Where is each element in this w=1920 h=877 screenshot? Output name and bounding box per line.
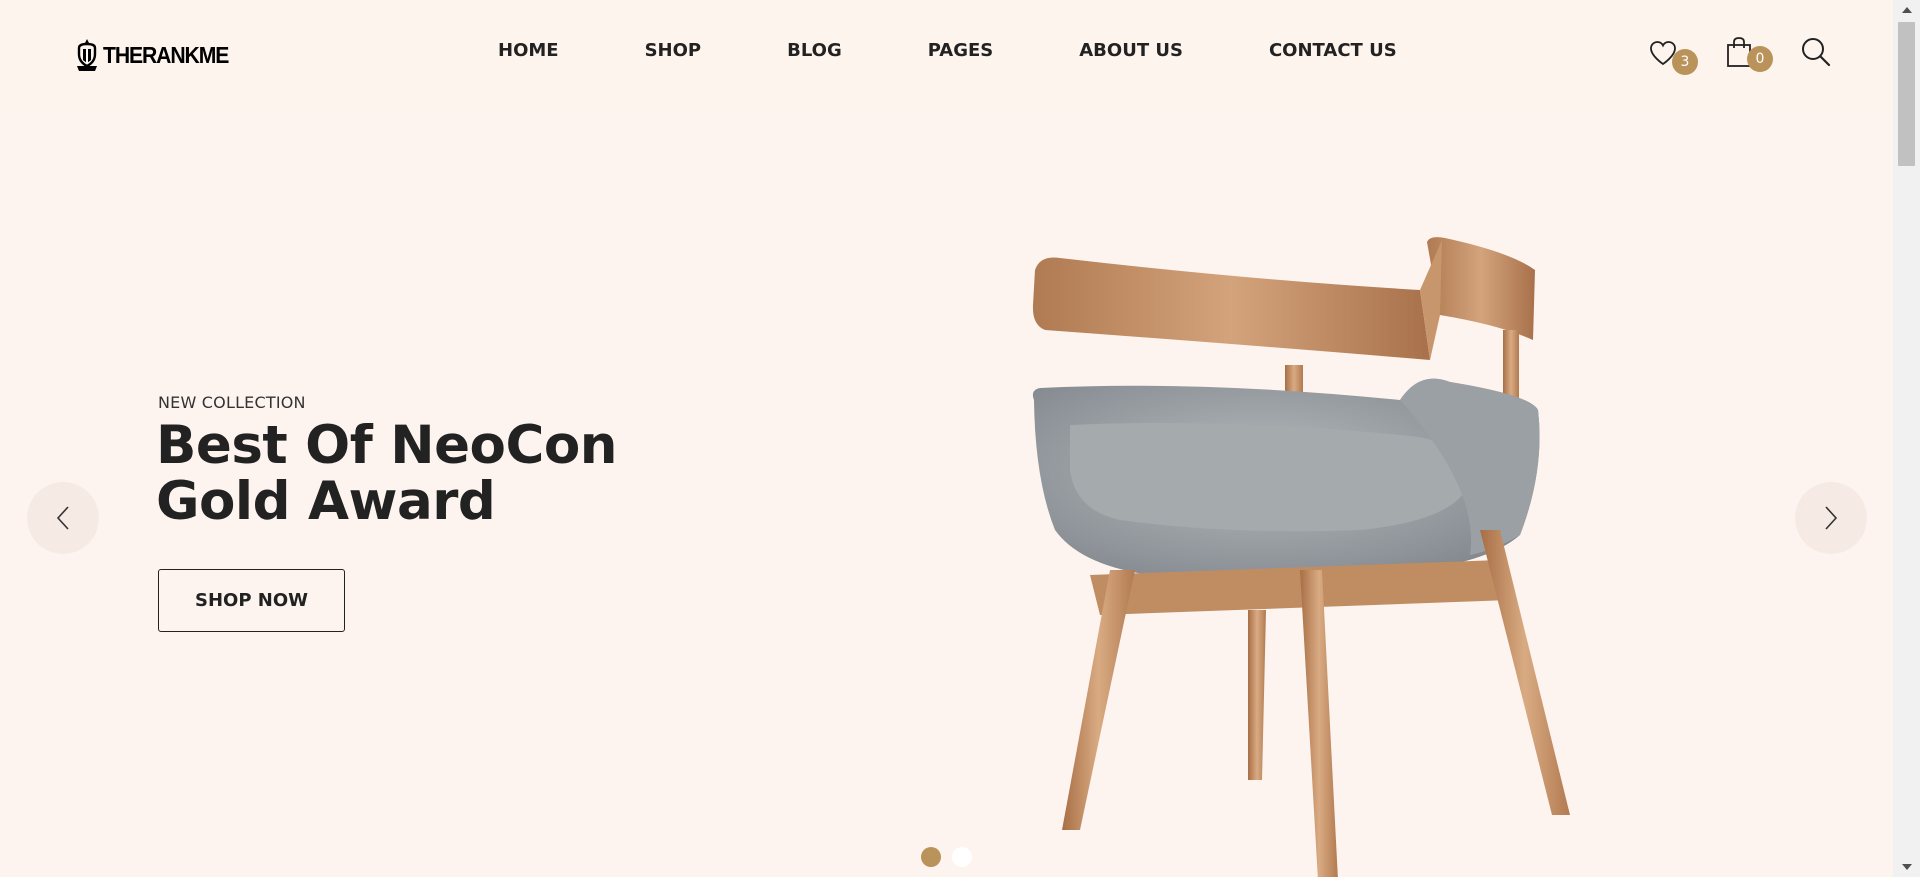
shop-now-button[interactable]: SHOP NOW bbox=[158, 569, 345, 632]
slider-next-button[interactable] bbox=[1795, 482, 1867, 554]
search-button[interactable] bbox=[1800, 36, 1832, 68]
scroll-up-arrow[interactable] bbox=[1893, 0, 1920, 20]
search-icon bbox=[1802, 38, 1831, 67]
header-actions: 3 0 bbox=[1648, 36, 1838, 76]
nav-contact-us[interactable]: CONTACT US bbox=[1269, 40, 1397, 61]
site-header: THERANKME HOME SHOP BLOG PAGES ABOUT US … bbox=[0, 0, 1893, 115]
wishlist-count-badge: 3 bbox=[1672, 49, 1698, 75]
nav-pages[interactable]: PAGES bbox=[928, 40, 994, 61]
slider-dot-1[interactable] bbox=[921, 847, 941, 867]
slider-pagination bbox=[921, 847, 972, 867]
triangle-up-icon bbox=[1901, 7, 1912, 13]
nav-blog[interactable]: BLOG bbox=[787, 40, 842, 61]
knight-logo-icon bbox=[77, 39, 97, 71]
page: THERANKME HOME SHOP BLOG PAGES ABOUT US … bbox=[0, 0, 1893, 877]
hero-title-line-2: Gold Award bbox=[156, 471, 496, 532]
chevron-left-icon bbox=[56, 506, 69, 530]
triangle-down-icon bbox=[1901, 864, 1912, 870]
chair-product-image bbox=[1032, 237, 1570, 877]
scroll-down-arrow[interactable] bbox=[1893, 857, 1920, 877]
nav-about-us[interactable]: ABOUT US bbox=[1079, 40, 1183, 61]
vertical-scrollbar[interactable] bbox=[1893, 0, 1920, 877]
chevron-right-icon bbox=[1825, 506, 1838, 530]
cart-count-badge: 0 bbox=[1747, 46, 1773, 72]
hero-subtitle: NEW COLLECTION bbox=[158, 393, 306, 412]
nav-home[interactable]: HOME bbox=[498, 40, 559, 61]
main-nav: HOME SHOP BLOG PAGES ABOUT US CONTACT US bbox=[498, 40, 1397, 61]
logo-wordmark: THERANKME bbox=[103, 41, 229, 68]
slider-dot-2[interactable] bbox=[952, 847, 972, 867]
nav-shop[interactable]: SHOP bbox=[645, 40, 702, 61]
cart-button[interactable]: 0 bbox=[1725, 36, 1773, 72]
scrollbar-thumb[interactable] bbox=[1898, 22, 1915, 166]
hero-title-line-1: Best Of NeoCon bbox=[156, 415, 618, 476]
wishlist-button[interactable]: 3 bbox=[1648, 39, 1698, 75]
site-logo[interactable]: THERANKME bbox=[74, 38, 239, 72]
slider-prev-button[interactable] bbox=[27, 482, 99, 554]
hero-title: Best Of NeoCon Gold Award bbox=[156, 418, 776, 530]
